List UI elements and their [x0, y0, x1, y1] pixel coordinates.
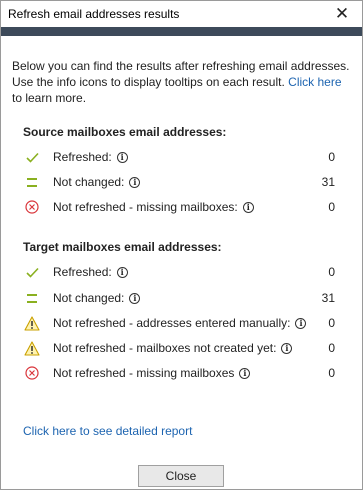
row-count: 0 — [328, 200, 335, 214]
info-icon[interactable]: i — [242, 202, 254, 213]
source-row-missing: Not refreshed - missing mailboxes: i 0 — [23, 197, 335, 217]
source-row-not-changed: Not changed: i 31 — [23, 172, 335, 192]
target-row-not-changed: Not changed: i 31 — [23, 288, 335, 308]
close-icon[interactable]: ✕ — [322, 1, 362, 27]
warning-icon — [23, 339, 41, 357]
detailed-report-link[interactable]: Click here to see detailed report — [23, 424, 192, 438]
row-label: Not changed: — [53, 175, 125, 189]
warning-icon — [23, 314, 41, 332]
error-circle-icon — [23, 364, 41, 382]
target-row-not-created: Not refreshed - mailboxes not created ye… — [23, 338, 335, 358]
row-count: 0 — [328, 265, 335, 279]
row-label: Not refreshed - missing mailboxes — [53, 366, 235, 380]
equals-icon — [23, 289, 41, 307]
row-count: 0 — [328, 316, 335, 330]
row-label: Not refreshed - addresses entered manual… — [53, 316, 291, 330]
info-icon[interactable]: i — [116, 152, 128, 163]
row-count: 0 — [328, 150, 335, 164]
target-row-manual: Not refreshed - addresses entered manual… — [23, 313, 335, 333]
error-circle-icon — [23, 198, 41, 216]
row-count: 31 — [321, 291, 335, 305]
info-icon[interactable]: i — [281, 343, 293, 354]
row-label: Not refreshed - mailboxes not created ye… — [53, 341, 277, 355]
target-row-refreshed: Refreshed: i 0 — [23, 262, 335, 282]
info-icon[interactable]: i — [295, 318, 307, 329]
title-bar: Refresh email addresses results ✕ — [1, 1, 362, 27]
row-label: Refreshed: — [53, 150, 112, 164]
window-title: Refresh email addresses results — [8, 7, 180, 21]
intro-text: Below you can find the results after ref… — [12, 58, 352, 106]
info-icon[interactable]: i — [116, 267, 128, 278]
row-label: Not changed: — [53, 291, 125, 305]
accent-bar — [1, 27, 362, 36]
target-row-missing: Not refreshed - missing mailboxes i 0 — [23, 363, 335, 383]
info-icon[interactable]: i — [129, 293, 141, 304]
row-count: 31 — [321, 175, 335, 189]
check-icon — [23, 263, 41, 281]
target-section-title: Target mailboxes email addresses: — [23, 240, 222, 254]
close-button[interactable]: Close — [138, 465, 224, 487]
check-icon — [23, 148, 41, 166]
learn-more-link[interactable]: Click here — [288, 75, 341, 89]
row-label: Refreshed: — [53, 265, 112, 279]
dialog-window: Refresh email addresses results ✕ Below … — [0, 0, 363, 490]
info-icon[interactable]: i — [129, 177, 141, 188]
row-count: 0 — [328, 341, 335, 355]
info-icon[interactable]: i — [239, 368, 251, 379]
source-row-refreshed: Refreshed: i 0 — [23, 147, 335, 167]
row-label: Not refreshed - missing mailboxes: — [53, 200, 238, 214]
intro-after: to learn more. — [12, 91, 87, 105]
source-section-title: Source mailboxes email addresses: — [23, 125, 227, 139]
equals-icon — [23, 173, 41, 191]
row-count: 0 — [328, 366, 335, 380]
